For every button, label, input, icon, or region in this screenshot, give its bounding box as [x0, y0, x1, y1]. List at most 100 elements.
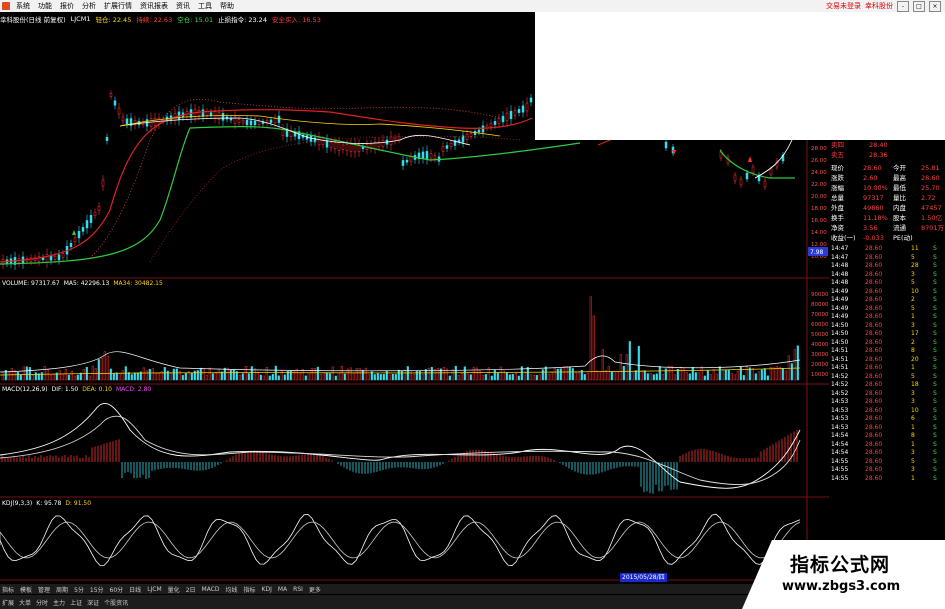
volume-bar[interactable]	[76, 374, 79, 381]
volume-bar[interactable]	[598, 371, 601, 381]
volume-bar[interactable]	[472, 367, 475, 381]
volume-bar[interactable]	[787, 355, 790, 381]
candle[interactable]	[409, 156, 413, 163]
candle[interactable]	[49, 255, 53, 261]
volume-bar[interactable]	[451, 369, 454, 381]
volume-bar[interactable]	[469, 374, 472, 381]
volume-bar[interactable]	[88, 375, 91, 381]
candle[interactable]	[221, 113, 225, 121]
candle[interactable]	[525, 102, 529, 112]
volume-bar[interactable]	[253, 368, 256, 381]
volume-bar[interactable]	[292, 370, 295, 381]
candle[interactable]	[249, 120, 253, 126]
indicator-tab[interactable]: 管理	[38, 585, 50, 594]
candle[interactable]	[505, 112, 509, 122]
trade-login-link[interactable]: 交易未登录	[826, 1, 861, 11]
menu-item[interactable]: 功能	[34, 1, 56, 11]
volume-bar[interactable]	[796, 345, 799, 381]
volume-bar[interactable]	[520, 366, 523, 381]
candle[interactable]	[321, 139, 325, 145]
volume-bar[interactable]	[784, 370, 787, 381]
volume-bar[interactable]	[145, 370, 148, 381]
volume-bar[interactable]	[298, 372, 301, 381]
indicator-tab[interactable]: 日线	[129, 585, 141, 594]
candle[interactable]	[521, 105, 525, 113]
volume-bar[interactable]	[310, 368, 313, 381]
volume-bar[interactable]	[190, 372, 193, 381]
volume-bar[interactable]	[91, 365, 94, 381]
volume-bar[interactable]	[571, 368, 574, 381]
volume-bar[interactable]	[529, 374, 532, 381]
volume-bar[interactable]	[373, 374, 376, 381]
volume-bar[interactable]	[721, 369, 724, 381]
volume-bar[interactable]	[415, 370, 418, 381]
candle[interactable]	[109, 93, 113, 97]
menu-item[interactable]: 资讯	[172, 1, 194, 11]
volume-bar[interactable]	[490, 375, 493, 381]
volume-bar[interactable]	[577, 372, 580, 381]
indicator-tab[interactable]: 5分	[74, 585, 84, 594]
volume-bar[interactable]	[172, 368, 175, 381]
volume-bar[interactable]	[361, 369, 364, 381]
candle[interactable]	[201, 109, 205, 117]
volume-bar[interactable]	[259, 374, 262, 381]
candle[interactable]	[513, 110, 517, 116]
volume-bar[interactable]	[334, 375, 337, 381]
volume-bar[interactable]	[94, 368, 97, 381]
volume-bar[interactable]	[205, 374, 208, 381]
volume-bar[interactable]	[121, 370, 124, 381]
candle[interactable]	[763, 180, 767, 188]
candle[interactable]	[81, 227, 85, 232]
candle[interactable]	[489, 122, 493, 128]
volume-bar[interactable]	[514, 373, 517, 381]
volume-bar[interactable]	[379, 374, 382, 381]
volume-bar[interactable]	[556, 368, 559, 381]
candle[interactable]	[93, 211, 97, 216]
volume-bar[interactable]	[505, 372, 508, 381]
menu-item[interactable]: 帮助	[216, 1, 238, 11]
volume-bar[interactable]	[319, 373, 322, 381]
volume-bar[interactable]	[454, 365, 457, 381]
volume-bar[interactable]	[412, 374, 415, 381]
volume-bar[interactable]	[214, 371, 217, 381]
candle[interactable]	[209, 112, 213, 116]
volume-bar[interactable]	[649, 373, 652, 381]
maximize-button[interactable]: □	[913, 0, 925, 12]
volume-bar[interactable]	[142, 367, 145, 381]
volume-bar[interactable]	[277, 375, 280, 381]
volume-bar[interactable]	[19, 374, 22, 381]
volume-bar[interactable]	[184, 372, 187, 381]
candle[interactable]	[421, 151, 425, 159]
status-item[interactable]: 大单	[19, 598, 31, 607]
volume-bar[interactable]	[751, 367, 754, 381]
candle[interactable]	[333, 142, 337, 149]
candle[interactable]	[449, 142, 453, 148]
candle[interactable]	[441, 146, 445, 152]
volume-bar[interactable]	[343, 373, 346, 381]
indicator-tab[interactable]: 指标	[244, 585, 256, 594]
volume-bar[interactable]	[166, 370, 169, 381]
volume-bar[interactable]	[199, 367, 202, 381]
volume-bar[interactable]	[694, 372, 697, 381]
volume-bar[interactable]	[466, 373, 469, 381]
volume-bar[interactable]	[28, 367, 31, 381]
indicator-tab[interactable]: MA	[278, 586, 287, 593]
candle[interactable]	[245, 119, 249, 126]
candle[interactable]	[257, 121, 261, 125]
candle[interactable]	[85, 220, 89, 229]
volume-bar[interactable]	[640, 370, 643, 381]
volume-bar[interactable]	[337, 372, 340, 381]
indicator-tab[interactable]: 量化	[168, 585, 180, 594]
volume-bar[interactable]	[301, 369, 304, 381]
volume-bar[interactable]	[631, 372, 634, 381]
volume-bar[interactable]	[724, 369, 727, 381]
candle[interactable]	[97, 206, 101, 212]
volume-bar[interactable]	[127, 372, 130, 381]
volume-bar[interactable]	[97, 359, 100, 381]
volume-bar[interactable]	[313, 368, 316, 381]
volume-bar[interactable]	[652, 374, 655, 381]
candle[interactable]	[733, 174, 737, 182]
volume-bar[interactable]	[679, 366, 682, 381]
volume-bar[interactable]	[541, 369, 544, 381]
volume-bar[interactable]	[493, 369, 496, 381]
